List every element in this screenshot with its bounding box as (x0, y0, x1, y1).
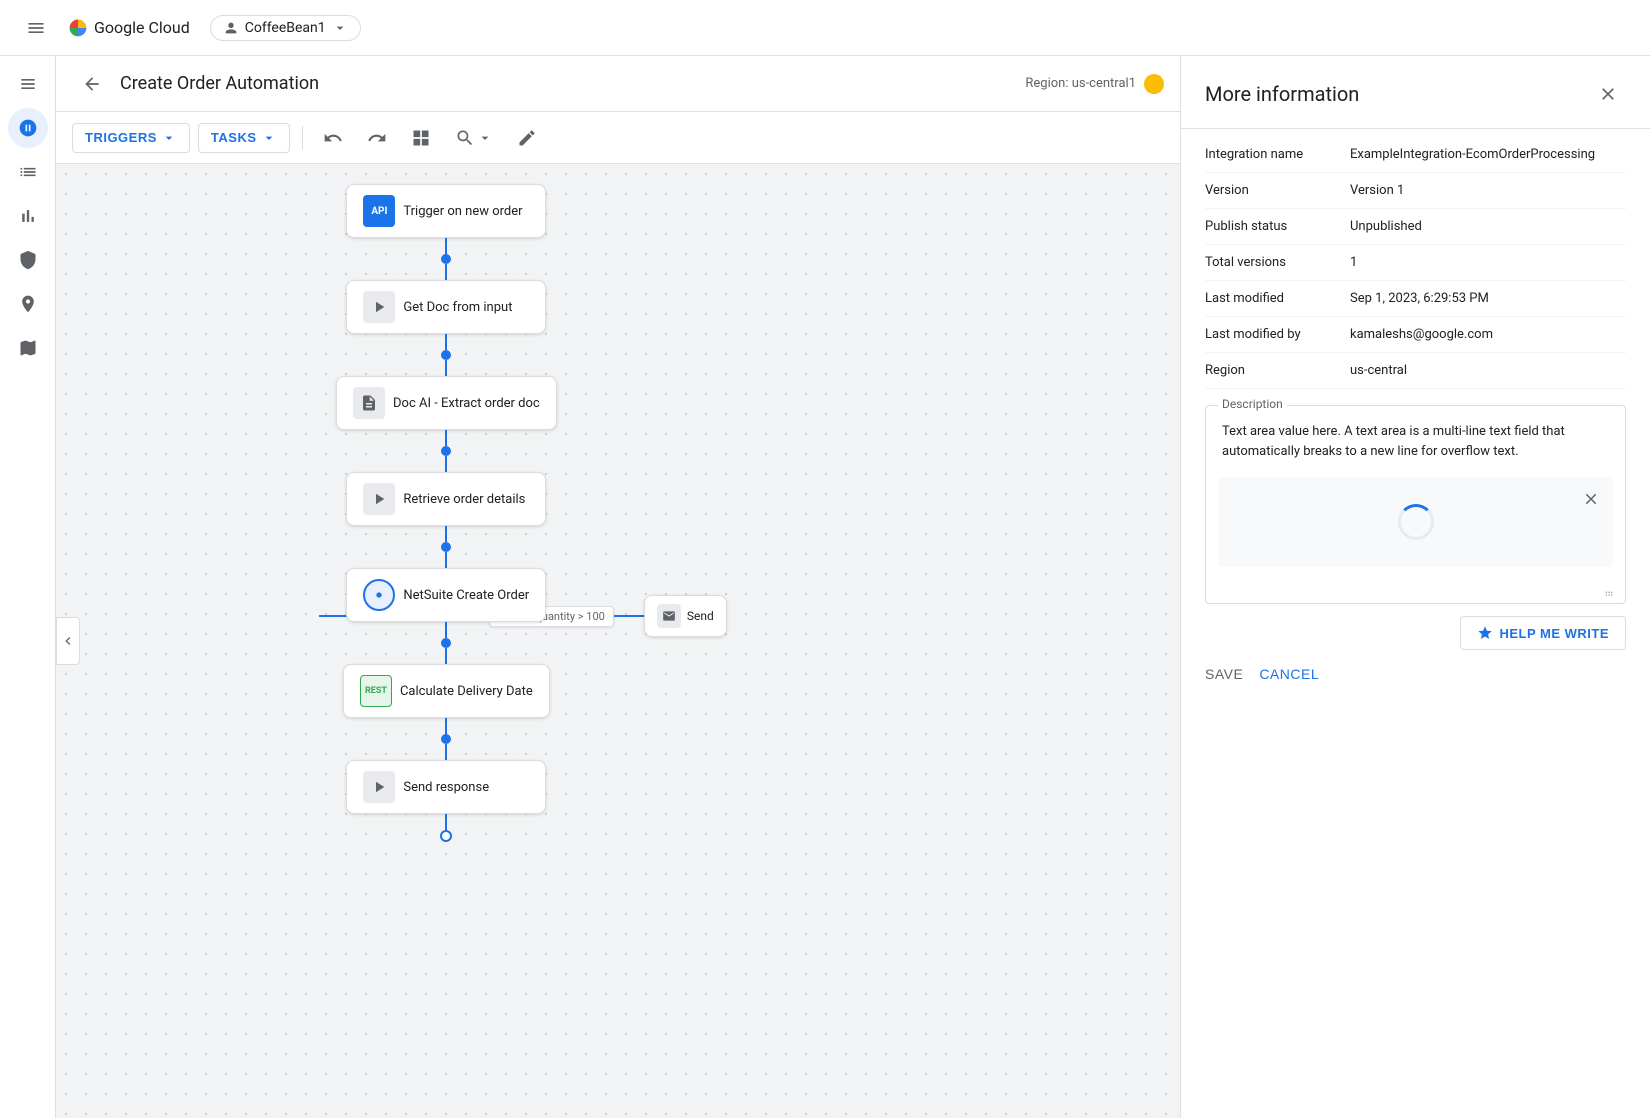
info-label-integration: Integration name (1205, 147, 1350, 162)
nav-feed-icon[interactable] (8, 108, 48, 148)
canvas-area[interactable]: API Trigger on new order Get Doc from in… (56, 164, 1180, 1118)
layout-button[interactable] (403, 120, 439, 156)
editor-header: Create Order Automation Region: us-centr… (56, 56, 1180, 112)
info-value-total-versions: 1 (1350, 255, 1357, 270)
back-button[interactable] (72, 64, 112, 104)
app-title: Google Cloud (94, 18, 190, 37)
info-label-total-versions: Total versions (1205, 255, 1350, 270)
hamburger-menu-button[interactable] (16, 8, 56, 48)
right-panel: More information Integration name Exampl… (1180, 56, 1650, 1118)
info-row-integration: Integration name ExampleIntegration-Ecom… (1205, 137, 1626, 173)
account-name: CoffeeBean1 (245, 20, 326, 36)
flow-node-send[interactable]: Send (644, 595, 727, 637)
node2-label: Get Doc from input (403, 300, 512, 315)
nav-explore-icon[interactable] (8, 284, 48, 324)
zoom-button[interactable] (447, 120, 501, 156)
undo-button[interactable] (315, 120, 351, 156)
flow-node-docai[interactable]: Doc AI - Extract order doc (336, 376, 557, 430)
node7-label: Send response (403, 780, 489, 795)
region-label: Region: us-central1 (1025, 76, 1136, 91)
account-chip[interactable]: CoffeeBean1 (210, 15, 361, 41)
info-label-region: Region (1205, 363, 1350, 378)
info-row-modified-by: Last modified by kamaleshs@google.com (1205, 317, 1626, 353)
info-value-last-modified: Sep 1, 2023, 6:29:53 PM (1350, 291, 1489, 306)
cancel-button[interactable]: CANCEL (1259, 666, 1319, 682)
info-value-publish: Unpublished (1350, 219, 1422, 234)
description-legend: Description (1218, 397, 1287, 411)
help-me-write-label: HELP ME WRITE (1499, 626, 1609, 641)
panel-close-button[interactable] (1590, 76, 1626, 112)
flow-node-retrieve[interactable]: Retrieve order details (346, 472, 546, 526)
pencil-button[interactable] (509, 120, 545, 156)
description-fieldset: Description Text area value here. A text… (1205, 405, 1626, 604)
collapse-sidebar-button[interactable] (56, 617, 80, 665)
loading-spinner (1398, 504, 1434, 540)
nav-build-icon[interactable] (8, 328, 48, 368)
description-loading-area (1218, 477, 1613, 567)
info-row-region: Region us-central (1205, 353, 1626, 389)
info-row-version: Version Version 1 (1205, 173, 1626, 209)
panel-header: More information (1181, 56, 1650, 129)
nav-shield-icon[interactable] (8, 240, 48, 280)
nav-chart-icon[interactable] (8, 196, 48, 236)
flow-node-trigger[interactable]: API Trigger on new order (346, 184, 546, 238)
left-sidebar (0, 56, 56, 1118)
status-indicator (1144, 74, 1164, 94)
tasks-button[interactable]: TASKS (198, 123, 290, 153)
flow-node-send-response[interactable]: Send response (346, 760, 546, 814)
help-me-write-button[interactable]: HELP ME WRITE (1460, 616, 1626, 650)
resize-handle[interactable] (1206, 579, 1625, 603)
nav-integration-icon[interactable] (8, 64, 48, 104)
node3-label: Doc AI - Extract order doc (393, 396, 540, 411)
description-text[interactable]: Text area value here. A text area is a m… (1206, 406, 1625, 477)
info-label-version: Version (1205, 183, 1350, 198)
panel-actions: SAVE CANCEL (1205, 650, 1626, 690)
google-cloud-logo: Google Cloud (68, 18, 190, 38)
close-loading-button[interactable] (1577, 485, 1605, 513)
panel-body: Integration name ExampleIntegration-Ecom… (1181, 129, 1650, 1118)
info-value-modified-by: kamaleshs@google.com (1350, 327, 1493, 342)
triggers-button[interactable]: TRIGGERS (72, 123, 190, 153)
info-label-publish: Publish status (1205, 219, 1350, 234)
info-value-version: Version 1 (1350, 183, 1404, 198)
flow-node-netsuite[interactable]: NetSuite Create Order (346, 568, 546, 622)
editor-title: Create Order Automation (120, 73, 1017, 94)
save-button[interactable]: SAVE (1205, 666, 1243, 682)
info-row-publish: Publish status Unpublished (1205, 209, 1626, 245)
redo-button[interactable] (359, 120, 395, 156)
canvas-toolbar: TRIGGERS TASKS (56, 112, 1180, 164)
info-row-total-versions: Total versions 1 (1205, 245, 1626, 281)
panel-title: More information (1205, 82, 1359, 106)
info-row-last-modified: Last modified Sep 1, 2023, 6:29:53 PM (1205, 281, 1626, 317)
node4-label: Retrieve order details (403, 492, 525, 507)
info-label-last-modified: Last modified (1205, 291, 1350, 306)
node5-label: NetSuite Create Order (403, 588, 529, 603)
flow-node-get-doc[interactable]: Get Doc from input (346, 280, 546, 334)
info-value-region: us-central (1350, 363, 1407, 378)
info-label-modified-by: Last modified by (1205, 327, 1350, 342)
info-value-integration: ExampleIntegration-EcomOrderProcessing (1350, 147, 1595, 162)
node6-label: Calculate Delivery Date (400, 684, 533, 699)
nav-list-icon[interactable] (8, 152, 48, 192)
flow-node-calculate[interactable]: REST Calculate Delivery Date (343, 664, 550, 718)
node1-label: Trigger on new order (403, 204, 522, 219)
